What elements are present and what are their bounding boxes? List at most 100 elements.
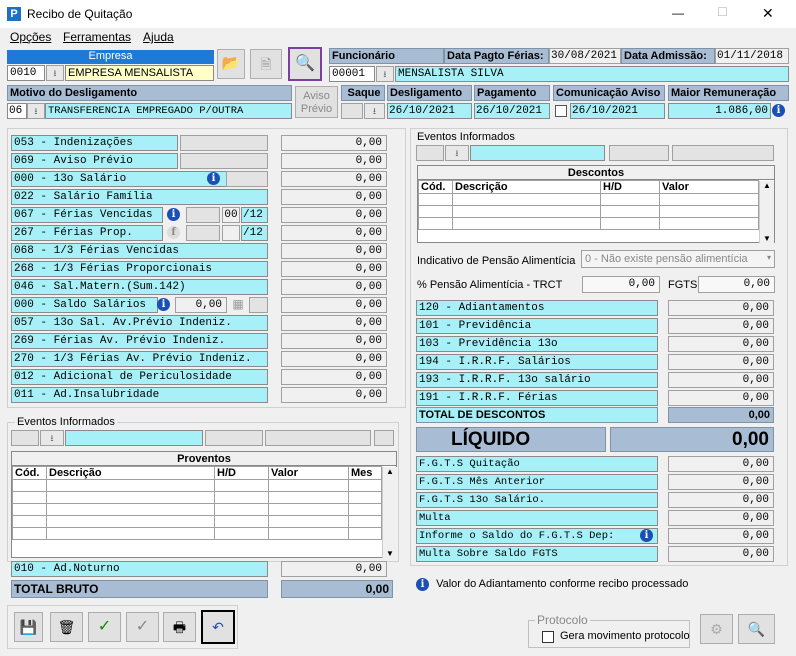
eventos-right-dropdown[interactable]: ⭳ [445, 145, 469, 161]
scroll-down-icon[interactable]: ▼ [760, 234, 774, 243]
provento-value[interactable]: 0,00 [281, 351, 387, 367]
fgts-value[interactable]: 0,00 [668, 474, 774, 490]
open-folder-button[interactable]: 📂 [217, 49, 245, 79]
table-row[interactable] [12, 479, 382, 492]
table-row[interactable] [12, 515, 382, 528]
desligamento-date[interactable]: 26/10/2021 [387, 103, 472, 119]
close-button[interactable]: ✕ [762, 5, 774, 22]
provento-value[interactable]: 0,00 [281, 243, 387, 259]
saque-value[interactable] [341, 103, 363, 119]
info-icon[interactable]: i [157, 298, 170, 311]
descontos-scrollbar[interactable]: ▲ ▼ [759, 181, 774, 243]
table-row[interactable] [12, 503, 382, 516]
motivo-name[interactable]: TRANSFERENCIA EMPREGADO P/OUTRA [45, 103, 292, 119]
months-input[interactable]: 00 [222, 207, 240, 223]
provento-value[interactable]: 0,00 [281, 171, 387, 187]
funcionario-dropdown-button[interactable]: ⭳ [376, 66, 394, 82]
scroll-up-icon[interactable]: ▲ [383, 467, 397, 476]
provento-value[interactable]: 0,00 [281, 315, 387, 331]
table-row[interactable] [12, 527, 382, 540]
desconto-value[interactable]: 0,00 [668, 336, 774, 352]
menu-ajuda[interactable]: Ajuda [143, 30, 174, 44]
maximize-button[interactable]: ☐ [717, 5, 728, 19]
maior-remuneracao-info-icon[interactable]: i [772, 104, 785, 117]
eventos-left-code[interactable] [11, 430, 39, 446]
fgts-value[interactable]: 0,00 [668, 546, 774, 562]
save-button[interactable]: 💾 [14, 612, 43, 642]
desconto-value[interactable]: 0,00 [668, 354, 774, 370]
comunicacao-checkbox[interactable] [555, 105, 567, 117]
motivo-dropdown-button[interactable]: ⭳ [27, 103, 45, 119]
info-icon[interactable]: i [640, 529, 653, 542]
provento-value[interactable]: 0,00 [281, 225, 387, 241]
maior-remuneracao-value[interactable]: 1.086,00 [668, 103, 771, 119]
desconto-value[interactable]: 0,00 [668, 372, 774, 388]
minimize-button[interactable]: — [672, 6, 684, 20]
proventos-scrollbar[interactable]: ▲ ▼ [382, 467, 397, 558]
pagamento-date[interactable]: 26/10/2021 [474, 103, 550, 119]
table-row[interactable] [418, 193, 759, 206]
info-icon[interactable]: i [167, 208, 180, 221]
col-valor[interactable]: Valor [268, 466, 349, 480]
table-row[interactable] [418, 205, 759, 218]
provento-value[interactable]: 0,00 [281, 297, 387, 313]
print-button[interactable]: 🖶 [163, 612, 196, 642]
eventos-left-hd[interactable] [205, 430, 263, 446]
provento-value[interactable]: 0,00 [281, 153, 387, 169]
protocolo-action-button[interactable]: ⚙ [700, 614, 733, 644]
comunicacao-date[interactable]: 26/10/2021 [570, 103, 665, 119]
col-valor[interactable]: Valor [659, 180, 759, 194]
fgts-value[interactable]: 0,00 [668, 492, 774, 508]
scroll-up-icon[interactable]: ▲ [760, 181, 774, 190]
check-button[interactable]: ✓ [126, 612, 159, 642]
info-icon[interactable]: i [207, 172, 220, 185]
eventos-right-code[interactable] [416, 145, 444, 161]
aviso-previo-button[interactable]: Aviso Prévio [295, 86, 338, 118]
undo-button[interactable]: ↶ [201, 610, 235, 644]
search-employee-button[interactable]: 🔍 [288, 47, 322, 81]
confirm-button[interactable]: ✓ [88, 612, 121, 642]
col-descricao[interactable]: Descrição [46, 466, 215, 480]
table-row[interactable] [418, 217, 759, 230]
eventos-right-desc[interactable] [470, 145, 605, 161]
fgts-value[interactable]: 0,00 [668, 528, 774, 544]
desconto-value[interactable]: 0,00 [668, 300, 774, 316]
document-button[interactable]: 🗎 [250, 49, 282, 79]
col-cod[interactable]: Cód. [12, 466, 47, 480]
eventos-left-valor[interactable] [265, 430, 371, 446]
empresa-name[interactable]: EMPRESA MENSALISTA [65, 65, 214, 81]
desconto-value[interactable]: 0,00 [668, 318, 774, 334]
provento-value[interactable]: 0,00 [281, 261, 387, 277]
saldo-dias-input[interactable]: 0,00 [175, 297, 227, 313]
provento-value[interactable]: 0,00 [281, 189, 387, 205]
protocolo-search-button[interactable]: 🔍 [738, 614, 775, 644]
menu-opcoes[interactable]: Opções [10, 30, 51, 44]
scroll-down-icon[interactable]: ▼ [383, 549, 397, 558]
provento-value[interactable]: 0,00 [281, 207, 387, 223]
col-mes[interactable]: Mes [348, 466, 382, 480]
fgts-value[interactable]: 0,00 [668, 456, 774, 472]
empresa-dropdown-button[interactable]: ⭳ [46, 65, 64, 81]
empresa-code[interactable]: 0010 [7, 65, 45, 81]
col-hd[interactable]: H/D [214, 466, 269, 480]
motivo-code[interactable]: 06 [7, 103, 27, 119]
eventos-right-valor[interactable] [672, 145, 774, 161]
fgts-value[interactable]: 0,00 [698, 276, 775, 293]
eventos-right-hd[interactable] [609, 145, 669, 161]
function-icon[interactable]: f [167, 226, 180, 239]
saque-dropdown-button[interactable]: ⭳ [364, 103, 385, 119]
pensao-select[interactable]: 0 - Não existe pensão alimentícia ▾ [581, 250, 775, 268]
funcionario-name[interactable]: MENSALISTA SILVA [395, 66, 789, 82]
provento-value[interactable]: 0,00 [281, 333, 387, 349]
pensao-pct-value[interactable]: 0,00 [582, 276, 660, 293]
col-descricao[interactable]: Descrição [452, 180, 601, 194]
calculator-icon[interactable]: ▦ [229, 297, 247, 313]
table-row[interactable] [12, 491, 382, 504]
funcionario-code[interactable]: 00001 [329, 66, 375, 82]
provento-value[interactable]: 0,00 [281, 279, 387, 295]
eventos-left-desc[interactable] [65, 430, 203, 446]
eventos-left-mes[interactable] [374, 430, 394, 446]
eventos-left-dropdown[interactable]: ⭳ [40, 430, 64, 446]
delete-button[interactable]: 🗑 [50, 612, 83, 642]
months-input[interactable] [222, 225, 240, 241]
